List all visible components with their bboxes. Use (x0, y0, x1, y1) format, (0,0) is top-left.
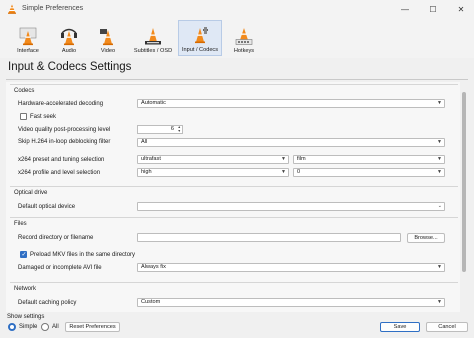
page-title: Input & Codecs Settings (8, 61, 132, 73)
chevron-down-icon: ▼ (437, 264, 442, 270)
simple-radio[interactable] (8, 323, 16, 331)
preload-mkv-label: Preload MKV files in the same directory (30, 252, 136, 258)
x264-level-select[interactable]: 0 ▼ (293, 168, 445, 177)
chevron-down-icon: ▼ (281, 156, 286, 162)
damaged-avi-select[interactable]: Always fix ▼ (137, 263, 445, 272)
tab-input-codecs[interactable]: Input / Codecs (178, 20, 222, 56)
chevron-down-icon: ⌄ (437, 203, 442, 209)
tab-interface[interactable]: Interface (10, 20, 46, 56)
tab-audio[interactable]: Audio (54, 20, 84, 56)
footer-bar: Show settings Simple All Reset Preferenc… (0, 312, 474, 338)
x264-tune-select[interactable]: film ▼ (293, 155, 445, 164)
tab-subtitles-label: Subtitles / OSD (133, 48, 173, 54)
tab-input-codecs-label: Input / Codecs (181, 47, 219, 53)
network-group-title: Network (14, 286, 37, 292)
skip-h264-select[interactable]: All ▼ (137, 138, 445, 147)
x264-tune-value: film (297, 156, 306, 162)
subtitles-cone-icon (145, 28, 161, 45)
maximize-button[interactable]: ☐ (420, 2, 446, 16)
minimize-button[interactable]: — (392, 2, 418, 16)
damaged-avi-value: Always fix (141, 264, 166, 270)
caching-policy-select[interactable]: Custom ▼ (137, 298, 445, 307)
minimize-icon: — (401, 4, 409, 14)
reset-preferences-button[interactable]: Reset Preferences (65, 322, 120, 332)
tab-interface-label: Interface (17, 48, 39, 54)
codecs-group-title: Codecs (14, 88, 35, 94)
files-group-title: Files (14, 221, 27, 227)
hw-decoding-select[interactable]: Automatic ▼ (137, 99, 445, 108)
codecs-group: Codecs Hardware-accelerated decoding Aut… (10, 84, 458, 184)
settings-content: Codecs Hardware-accelerated decoding Aut… (6, 82, 460, 312)
skip-h264-label: Skip H.264 in-loop deblocking filter (18, 139, 111, 145)
chevron-down-icon: ▼ (437, 156, 442, 162)
title-divider (6, 79, 468, 80)
save-button[interactable]: Save (380, 322, 420, 332)
fast-seek-checkbox[interactable] (20, 113, 27, 120)
damaged-avi-label: Damaged or incomplete AVI file (18, 265, 102, 271)
hw-decoding-label: Hardware-accelerated decoding (18, 101, 104, 107)
spin-arrows-icon[interactable]: ▲ ▼ (178, 125, 181, 133)
caching-policy-label: Default caching policy (18, 300, 77, 306)
video-quality-spinbox[interactable]: 6 ▲ ▼ (137, 125, 183, 134)
vlc-logo-icon (8, 4, 16, 14)
x264-profile-label: x264 profile and level selection (18, 170, 101, 176)
network-group: Network Default caching policy Custom ▼ (10, 282, 458, 312)
category-toolbar: Interface Audio Video Subtitles / OSD In… (0, 18, 474, 58)
x264-preset-value: ultrafast (141, 156, 161, 162)
vertical-scrollbar[interactable] (460, 82, 468, 312)
codecs-cone-icon (195, 27, 208, 44)
chevron-down-icon: ▼ (437, 299, 442, 305)
interface-cone-icon (19, 27, 37, 46)
x264-level-value: 0 (297, 169, 301, 175)
x264-preset-select[interactable]: ultrafast ▼ (137, 155, 289, 164)
x264-preset-label: x264 preset and tuning selection (18, 157, 105, 163)
x264-profile-select[interactable]: high ▼ (137, 168, 289, 177)
tab-video-label: Video (100, 48, 116, 54)
browse-button[interactable]: Browse... (407, 233, 445, 243)
record-dir-input[interactable] (137, 233, 401, 242)
optical-group-title: Optical drive (14, 190, 48, 196)
tab-audio-label: Audio (61, 48, 77, 54)
files-group: Files Record directory or filename Brows… (10, 217, 458, 281)
chevron-down-icon: ▼ (437, 100, 442, 106)
preload-mkv-checkbox[interactable] (20, 251, 27, 258)
all-radio[interactable] (41, 323, 49, 331)
video-quality-value: 6 (170, 126, 174, 132)
fast-seek-label: Fast seek (30, 114, 57, 120)
record-dir-label: Record directory or filename (18, 235, 94, 241)
chevron-down-icon: ▼ (437, 139, 442, 145)
video-quality-label: Video quality post-processing level (18, 127, 111, 133)
caching-policy-value: Custom (141, 299, 161, 305)
scrollbar-thumb[interactable] (462, 92, 466, 272)
x264-profile-value: high (141, 169, 152, 175)
optical-device-select[interactable]: ⌄ (137, 202, 445, 211)
close-window-button[interactable]: ✕ (448, 2, 474, 16)
tab-hotkeys-label: Hotkeys (233, 48, 255, 54)
tab-subtitles-osd[interactable]: Subtitles / OSD (130, 20, 176, 56)
window-title: Simple Preferences (22, 5, 84, 12)
skip-h264-value: All (141, 139, 148, 145)
tab-hotkeys[interactable]: Hotkeys (228, 20, 260, 56)
simple-radio-label: Simple (19, 324, 38, 330)
chevron-down-icon: ▼ (281, 169, 286, 175)
optical-drive-group: Optical drive Default optical device ⌄ (10, 186, 458, 216)
hw-decoding-value: Automatic (141, 100, 166, 106)
maximize-icon: ☐ (429, 4, 437, 14)
tab-video[interactable]: Video (92, 20, 124, 56)
chevron-down-icon: ▼ (437, 169, 442, 175)
all-radio-label: All (52, 324, 59, 330)
optical-device-label: Default optical device (18, 204, 76, 210)
cancel-button[interactable]: Cancel (426, 322, 468, 332)
audio-cone-icon (61, 28, 77, 46)
hotkeys-cone-icon (235, 28, 253, 45)
close-icon: ✕ (457, 4, 465, 14)
show-settings-label: Show settings (7, 314, 45, 320)
video-cone-icon (100, 29, 113, 46)
title-bar: Simple Preferences — ☐ ✕ (0, 0, 474, 18)
